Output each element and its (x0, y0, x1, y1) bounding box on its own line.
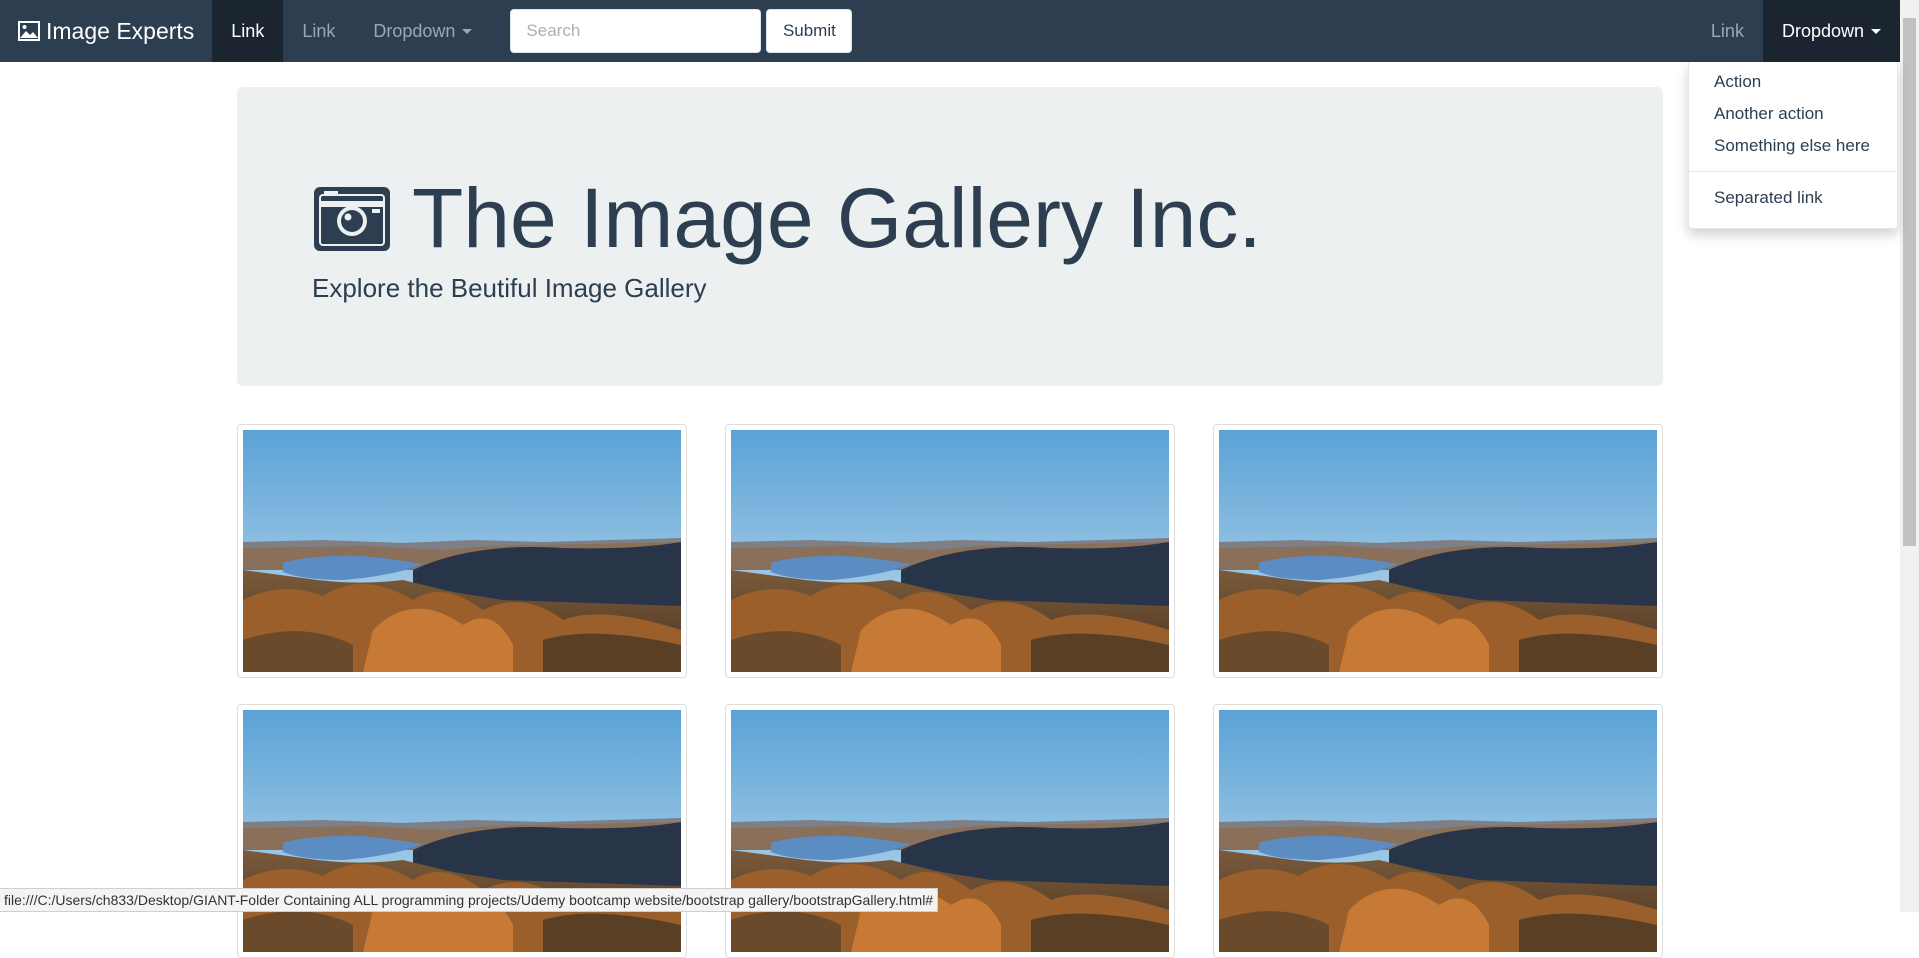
browser-status-bar: file:///C:/Users/ch833/Desktop/GIANT-Fol… (0, 888, 939, 912)
camera-icon (314, 187, 390, 251)
nav-link-2-label: Link (302, 20, 336, 41)
gallery-thumbnail-3[interactable] (1213, 424, 1663, 678)
brand-link[interactable]: Image Experts (0, 0, 212, 62)
landscape-photo (731, 430, 1169, 672)
vertical-scrollbar[interactable] (1900, 0, 1919, 912)
dropdown-divider (1689, 171, 1897, 172)
search-input[interactable] (510, 9, 762, 53)
dropdown-menu: Action Another action Something else her… (1688, 62, 1898, 229)
nav-link-1-label: Link (231, 20, 265, 41)
nav-dropdown-left-label: Dropdown (373, 20, 456, 41)
landscape-photo (243, 710, 681, 952)
gallery-thumbnail-5[interactable] (725, 704, 1175, 958)
nav-right: Link Dropdown (1692, 0, 1900, 62)
landscape-photo (243, 430, 681, 672)
nav-link-right[interactable]: Link (1692, 0, 1763, 62)
dropdown-item-another-action[interactable]: Another action (1689, 102, 1897, 134)
nav-dropdown-right[interactable]: Dropdown (1762, 0, 1900, 62)
jumbotron: The Image Gallery Inc. Explore the Beuti… (237, 87, 1663, 386)
nav-link-1[interactable]: Link (212, 0, 284, 62)
landscape-photo (1219, 710, 1657, 952)
caret-down-icon (1871, 28, 1881, 34)
nav-dropdown-left[interactable]: Dropdown (354, 0, 491, 62)
picture-icon (18, 21, 40, 41)
dropdown-item-something-else[interactable]: Something else here (1689, 134, 1897, 166)
submit-button[interactable]: Submit (766, 9, 853, 53)
gallery-thumbnail-2[interactable] (725, 424, 1175, 678)
navbar: Image Experts Link Link Dropdown Submit … (0, 0, 1900, 62)
dropdown-item-separated-link[interactable]: Separated link (1689, 186, 1897, 218)
nav-link-2[interactable]: Link (283, 0, 354, 62)
gallery-thumbnail-6[interactable] (1213, 704, 1663, 958)
jumbotron-title-row: The Image Gallery Inc. (312, 173, 1262, 263)
landscape-photo (1219, 430, 1657, 672)
caret-down-icon (462, 28, 473, 34)
nav-link-right-label: Link (1710, 20, 1744, 41)
brand-label: Image Experts (46, 17, 195, 44)
dropdown-item-action[interactable]: Action (1689, 70, 1897, 102)
gallery-thumbnail-4[interactable] (237, 704, 687, 958)
nav-dropdown-right-label: Dropdown (1781, 20, 1864, 41)
scrollbar-thumb[interactable] (1903, 18, 1916, 546)
page-title: The Image Gallery Inc. (412, 171, 1262, 265)
gallery-thumbnail-1[interactable] (237, 424, 687, 678)
landscape-photo (731, 710, 1169, 952)
page-subtitle: Explore the Beutiful Image Gallery (312, 273, 707, 303)
